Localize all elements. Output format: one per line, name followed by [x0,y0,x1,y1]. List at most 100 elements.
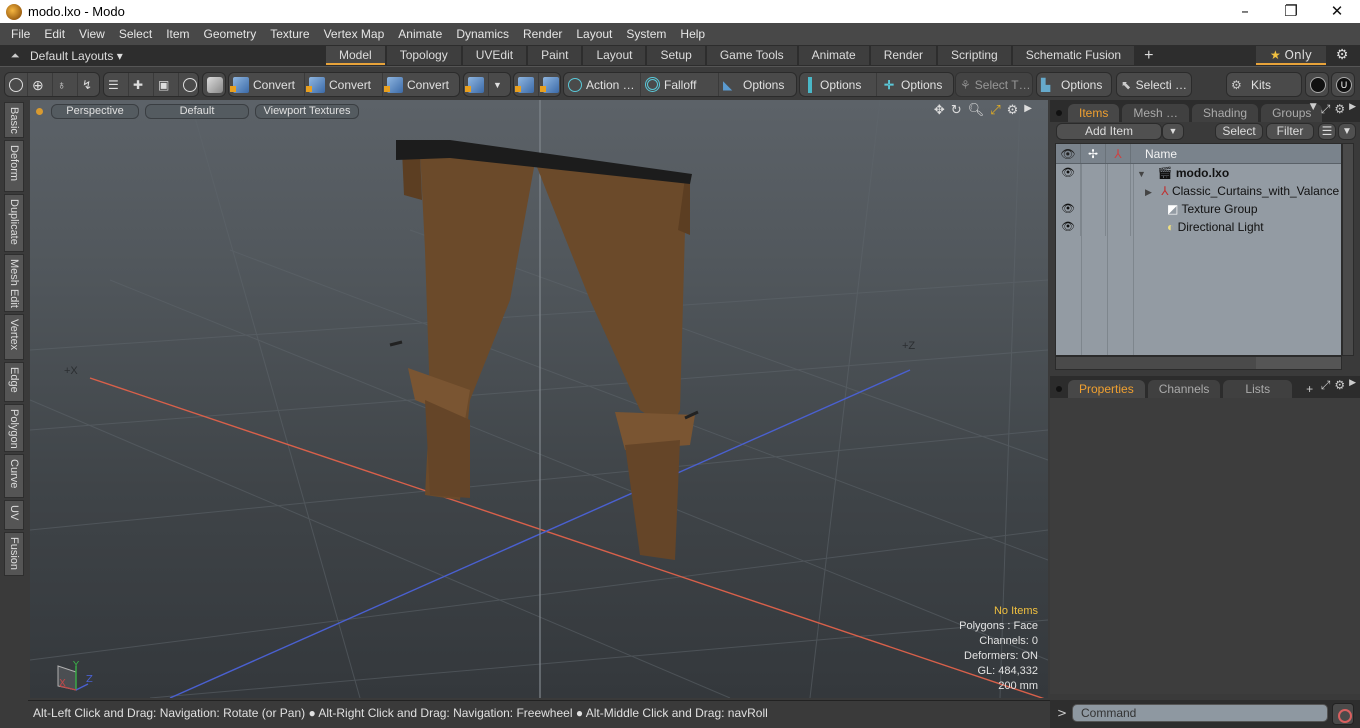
eye-icon[interactable]: 👁︎ [1056,218,1081,236]
panel-gear-icon[interactable]: ⚙ [1334,378,1345,393]
tab-lists[interactable]: Lists [1223,380,1293,398]
work-plane-dropdown[interactable]: ▼ [489,73,506,96]
collapse-triangle-icon[interactable]: ▶ [1145,187,1152,197]
menu-vertex-map[interactable]: Vertex Map [317,27,392,41]
vtab-polygon[interactable]: Polygon [4,404,24,452]
viewport-status-dot[interactable] [36,107,43,115]
vtab-edge[interactable]: Edge [4,362,24,402]
tree-row-curtains[interactable]: ▶ ⅄ Classic_Curtains_with_Valance [1056,182,1341,200]
maximize-button[interactable]: ❐ [1268,0,1314,23]
tab-game-tools[interactable]: Game Tools [706,46,797,65]
select-through-button[interactable]: ⚘ Select T… [956,73,1032,96]
menu-animate[interactable]: Animate [391,27,449,41]
filter-button[interactable]: Filter [1266,123,1314,140]
shading-mode-button[interactable]: Default [145,103,249,119]
record-macro-button[interactable] [1332,703,1354,725]
solid-mode-button[interactable] [203,73,227,96]
tabs-dropdown-icon[interactable]: ▼ [1310,102,1317,117]
pen-tool-button[interactable]: ♁ [53,73,78,96]
tree-row-texture-group[interactable]: 👁︎ ◩ Texture Group [1056,200,1341,218]
tab-topology[interactable]: Topology [386,46,461,65]
action-center-button[interactable]: Action … [564,73,641,96]
view-type-button[interactable]: Perspective [51,103,139,119]
tab-items[interactable]: Items [1068,104,1120,122]
vtab-basic[interactable]: Basic [4,102,24,138]
tab-properties[interactable]: Properties [1068,380,1145,398]
layout-settings-gear-icon[interactable]: ⚙ [1330,46,1354,65]
menu-view[interactable]: View [72,27,112,41]
frame-button[interactable]: ▣ [154,73,179,96]
menu-item[interactable]: Item [159,27,196,41]
menu-dynamics[interactable]: Dynamics [449,27,516,41]
vtab-uv[interactable]: UV [4,500,24,530]
menu-render[interactable]: Render [516,27,569,41]
menu-select[interactable]: Select [112,27,159,41]
select-button[interactable]: Select [1215,123,1263,140]
tree-horizontal-scrollbar[interactable] [1055,356,1342,370]
convert-button-1[interactable]: Convert [229,73,305,96]
selection-sets-button[interactable]: ⬉ Selecti … [1117,73,1191,96]
lock-column-icon[interactable]: ✢ [1081,144,1106,163]
list-options-icon[interactable]: ☰ [1318,123,1336,140]
add-item-dropdown[interactable]: ▼ [1162,123,1184,140]
rotate-icon[interactable]: ↻ [951,103,962,118]
falloff-button[interactable]: Falloff [641,73,719,96]
select-globe-button[interactable]: ⊕ [28,73,53,96]
menu-geometry[interactable]: Geometry [197,27,264,41]
viewport-gear-icon[interactable]: ⚙ [1007,103,1019,118]
vtab-curve[interactable]: Curve [4,454,24,498]
default-layouts-dropdown[interactable]: Default Layouts ▾ [30,49,326,63]
vtab-vertex[interactable]: Vertex [4,314,24,360]
select-vertices-button[interactable] [5,73,28,96]
add-item-button[interactable]: Add Item [1056,123,1162,140]
uv-unwrap-button[interactable]: ✚ [129,73,154,96]
panel-more-icon[interactable]: ▶ [1349,102,1356,117]
convert-button-2[interactable]: Convert [305,73,383,96]
symmetry-button[interactable] [514,73,539,96]
tab-animate[interactable]: Animate [798,46,869,65]
close-button[interactable]: ✕ [1314,0,1360,23]
unity-button[interactable] [1306,73,1330,96]
tab-layout[interactable]: Layout [583,46,646,65]
menu-edit[interactable]: Edit [37,27,72,41]
menu-texture[interactable]: Texture [263,27,316,41]
menu-help[interactable]: Help [673,27,712,41]
eye-icon[interactable]: 👁︎ [1056,200,1081,218]
eye-icon[interactable]: 👁︎ [1056,164,1081,182]
locator-column-icon[interactable]: ⅄ [1106,144,1131,163]
tab-mesh[interactable]: Mesh … [1122,104,1190,122]
viewport-more-icon[interactable]: ▶ [1024,103,1032,118]
only-button[interactable]: ★ Only [1256,46,1326,65]
panel-gear-icon[interactable]: ⚙ [1334,102,1345,117]
gauge-button[interactable] [179,73,201,96]
scrollbar-thumb[interactable] [1056,357,1256,369]
options-button-2[interactable]: Options [800,73,877,96]
menu-layout[interactable]: Layout [569,27,619,41]
tab-render[interactable]: Render [870,46,937,65]
3d-viewport[interactable]: Perspective Default Viewport Textures ✥ … [30,100,1048,698]
tree-vertical-scrollbar[interactable] [1342,143,1354,356]
viewport-textures-button[interactable]: Viewport Textures [255,103,359,119]
tab-schematic-fusion[interactable]: Schematic Fusion [1012,46,1135,65]
tab-model[interactable]: Model [326,46,385,65]
tab-setup[interactable]: Setup [647,46,705,65]
vtab-deform[interactable]: Deform [4,140,24,192]
tab-paint[interactable]: Paint [528,46,582,65]
vtab-mesh-edit[interactable]: Mesh Edit [4,254,24,312]
funnel-filter-icon[interactable]: ▼ [1338,123,1356,140]
tab-uvedit[interactable]: UVEdit [462,46,527,65]
maximize-viewport-icon[interactable]: ⤢ [990,103,1000,118]
tree-row-modo-lxo[interactable]: 👁︎ ▼ 🎬︎ modo.lxo [1056,164,1341,182]
name-column-header[interactable]: Name [1131,144,1341,163]
tab-channels[interactable]: Channels [1147,380,1221,398]
expand-panel-icon[interactable]: ⤢ [1321,102,1331,117]
snapping-button[interactable] [539,73,563,96]
menu-file[interactable]: File [4,27,37,41]
expand-panel-icon[interactable]: ⤢ [1321,378,1331,393]
minimize-button[interactable]: – [1222,0,1268,23]
options-button-1[interactable]: ◣ Options [719,73,795,96]
kits-button[interactable]: ⚙ Kits [1227,73,1301,96]
unreal-button[interactable]: U [1332,73,1356,96]
panel-more-icon[interactable]: ▶ [1349,378,1356,393]
convert-button-3[interactable]: Convert [383,73,459,96]
